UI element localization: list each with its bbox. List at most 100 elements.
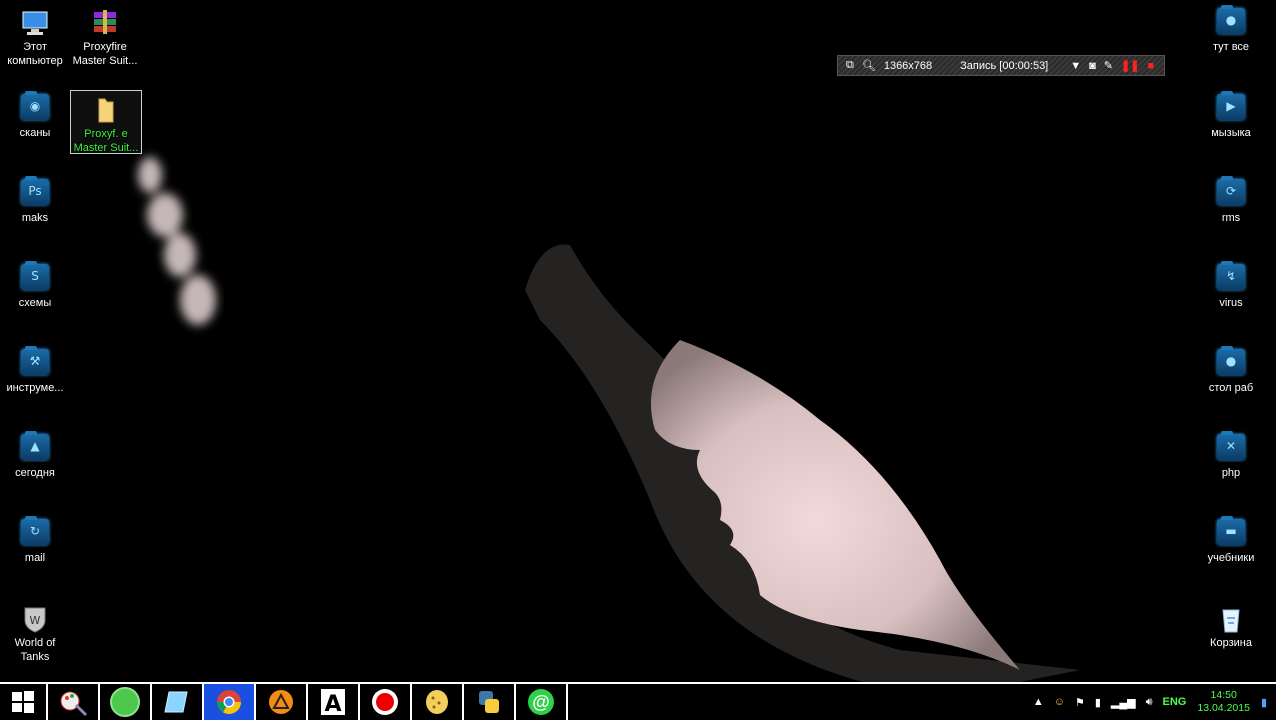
taskbar-notes-app[interactable] (152, 684, 204, 720)
desktop-icon-proxyfire-archive[interactable]: Proxyfire Master Suit... (70, 4, 140, 68)
desktop-icon-php[interactable]: ✕ php (1196, 430, 1266, 480)
icon-label: Корзина (1210, 637, 1252, 649)
icon-label: rms (1221, 212, 1241, 224)
mail-agent-icon: @ (528, 689, 554, 715)
stop-icon[interactable]: ■ (1147, 60, 1154, 72)
desktop-icon-rms[interactable]: ⟳ rms (1196, 175, 1266, 225)
screen-recorder-toolbar: ⧉ 🔍︎ 1366x768 Запись [00:00:53] ▼ ◙ ✎ ❚❚… (837, 55, 1165, 76)
icon-label: сканы (19, 127, 51, 139)
taskbar-recorder-app[interactable] (360, 684, 412, 720)
network-signal-icon[interactable]: ▂▄▆ (1111, 696, 1136, 709)
folder-tile-icon: ⟳ (1216, 176, 1246, 209)
recorder-resolution: 1366x768 (883, 59, 933, 72)
taskbar-paint-app[interactable] (48, 684, 100, 720)
desktop-icon-skany[interactable]: ◉ сканы (0, 90, 70, 140)
clock-time: 14:50 (1210, 689, 1237, 701)
folder-tile-icon: ⚒ (20, 346, 50, 379)
world-of-tanks-icon: W (20, 604, 50, 634)
pause-icon[interactable]: ❚❚ (1121, 59, 1139, 72)
window-mode-icon[interactable]: ⧉ (846, 59, 854, 72)
chevron-down-icon[interactable]: ▼ (1070, 60, 1081, 72)
camera-icon[interactable]: ◙ (1089, 60, 1096, 72)
desktop-wallpaper (0, 0, 1276, 684)
desktop-icon-maks[interactable]: Ps maks (0, 175, 70, 225)
folder-tile-icon: ● (1216, 5, 1246, 38)
icon-label: стол раб (1208, 382, 1254, 394)
icon-label: схемы (18, 297, 52, 309)
taskbar: A @ ▲ ☺ ⚑ ▮ ▂▄▆ 🔊︎ ENG 14:50 13.04.2015 … (0, 682, 1276, 720)
folder-tile-icon: ▶ (1216, 91, 1246, 124)
cookie-icon (426, 690, 448, 714)
utorrent-icon (110, 687, 140, 717)
taskbar-mail-agent-app[interactable]: @ (516, 684, 568, 720)
show-desktop-icon[interactable]: ▮ (1261, 696, 1267, 709)
desktop-icon-this-computer[interactable]: Этот компьютер (0, 4, 70, 68)
icon-label: mail (24, 552, 46, 564)
chevron-up-icon[interactable]: ▲ (1033, 696, 1044, 708)
icon-label: virus (1219, 297, 1243, 309)
computer-icon (20, 8, 50, 38)
icon-label: сегодня (15, 467, 55, 479)
taskbar-chrome-app[interactable] (204, 684, 256, 720)
desktop-icon-world-of-tanks[interactable]: W World of Tanks (0, 600, 70, 664)
icon-label: Proxyfire Master Suit... (72, 41, 138, 67)
taskbar-cookie-app[interactable] (412, 684, 464, 720)
desktop-icon-instrumenty[interactable]: ⚒ инструме... (0, 345, 70, 395)
folder-tile-icon: ● (1216, 346, 1246, 379)
icon-label: тут все (1212, 41, 1250, 53)
icon-label: Этот компьютер (7, 41, 63, 67)
icon-label: maks (21, 212, 49, 224)
desktop-icon-myzyka[interactable]: ▶ мызыка (1196, 90, 1266, 140)
system-tray: ▲ ☺ ⚑ ▮ ▂▄▆ 🔊︎ ENG 14:50 13.04.2015 ▮ (1028, 684, 1276, 720)
folder-tile-icon: ↻ (20, 516, 50, 549)
desktop-icon-segodnya[interactable]: ▲ сегодня (0, 430, 70, 480)
icon-label: Proxyf. e Master Suit... (73, 128, 139, 154)
pencil-icon[interactable]: ✎ (1104, 59, 1113, 72)
recorder-timer: Запись [00:00:53] (960, 59, 1049, 72)
flag-icon[interactable]: ⚑ (1075, 696, 1085, 709)
clock[interactable]: 14:50 13.04.2015 (1197, 689, 1250, 715)
desktop-icon-shemy[interactable]: S схемы (0, 260, 70, 310)
folder-tile-icon: S (20, 261, 50, 294)
tray-app-icon[interactable]: ☺ (1054, 696, 1065, 708)
folder-tile-icon: ▬ (1216, 516, 1246, 549)
winrar-archive-icon (90, 8, 120, 38)
battery-icon[interactable]: ▮ (1095, 696, 1101, 709)
taskbar-python-app[interactable] (464, 684, 516, 720)
icon-label: учебники (1207, 552, 1255, 564)
folder-tile-icon: ◉ (20, 91, 50, 124)
svg-text:W: W (30, 614, 41, 627)
font-icon: A (321, 689, 345, 716)
icon-label: инструме... (6, 382, 64, 394)
folder-tile-icon: ✕ (1216, 431, 1246, 464)
desktop-icon-mail[interactable]: ↻ mail (0, 515, 70, 565)
desktop-icon-uchebniki[interactable]: ▬ учебники (1196, 515, 1266, 565)
desktop-icon-proxyfire-folder[interactable]: Proxyf. e Master Suit... (70, 90, 142, 154)
python-icon (479, 691, 499, 713)
icon-label: мызыка (1211, 127, 1251, 139)
taskbar-aimp-app[interactable] (256, 684, 308, 720)
clock-date: 13.04.2015 (1197, 702, 1250, 714)
record-icon (372, 689, 398, 715)
start-button[interactable] (0, 684, 48, 720)
svg-text:A: A (324, 692, 341, 716)
aimp-icon (269, 690, 293, 714)
icon-label: World of Tanks (14, 637, 56, 663)
zoom-icon[interactable]: 🔍︎ (862, 59, 876, 72)
taskbar-utorrent-app[interactable] (100, 684, 152, 720)
folder-tile-icon: Ps (20, 176, 50, 209)
chrome-icon (217, 690, 241, 715)
notes-icon (164, 691, 188, 713)
windows-logo-icon (12, 691, 34, 713)
desktop-icon-stol-rab[interactable]: ● стол раб (1196, 345, 1266, 395)
desktop-icon-recycle-bin[interactable]: Корзина (1196, 600, 1266, 650)
icon-label: php (1221, 467, 1241, 479)
folder-tile-icon: ▲ (20, 431, 50, 464)
taskbar-font-app[interactable]: A (308, 684, 360, 720)
desktop-icon-virus[interactable]: ↯ virus (1196, 260, 1266, 310)
volume-icon[interactable]: 🔊︎ (1146, 696, 1153, 709)
paint-icon (60, 691, 88, 717)
language-indicator[interactable]: ENG (1163, 696, 1187, 708)
folder-tile-icon: ↯ (1216, 261, 1246, 294)
desktop-icon-tut-vse[interactable]: ● тут все (1196, 4, 1266, 54)
